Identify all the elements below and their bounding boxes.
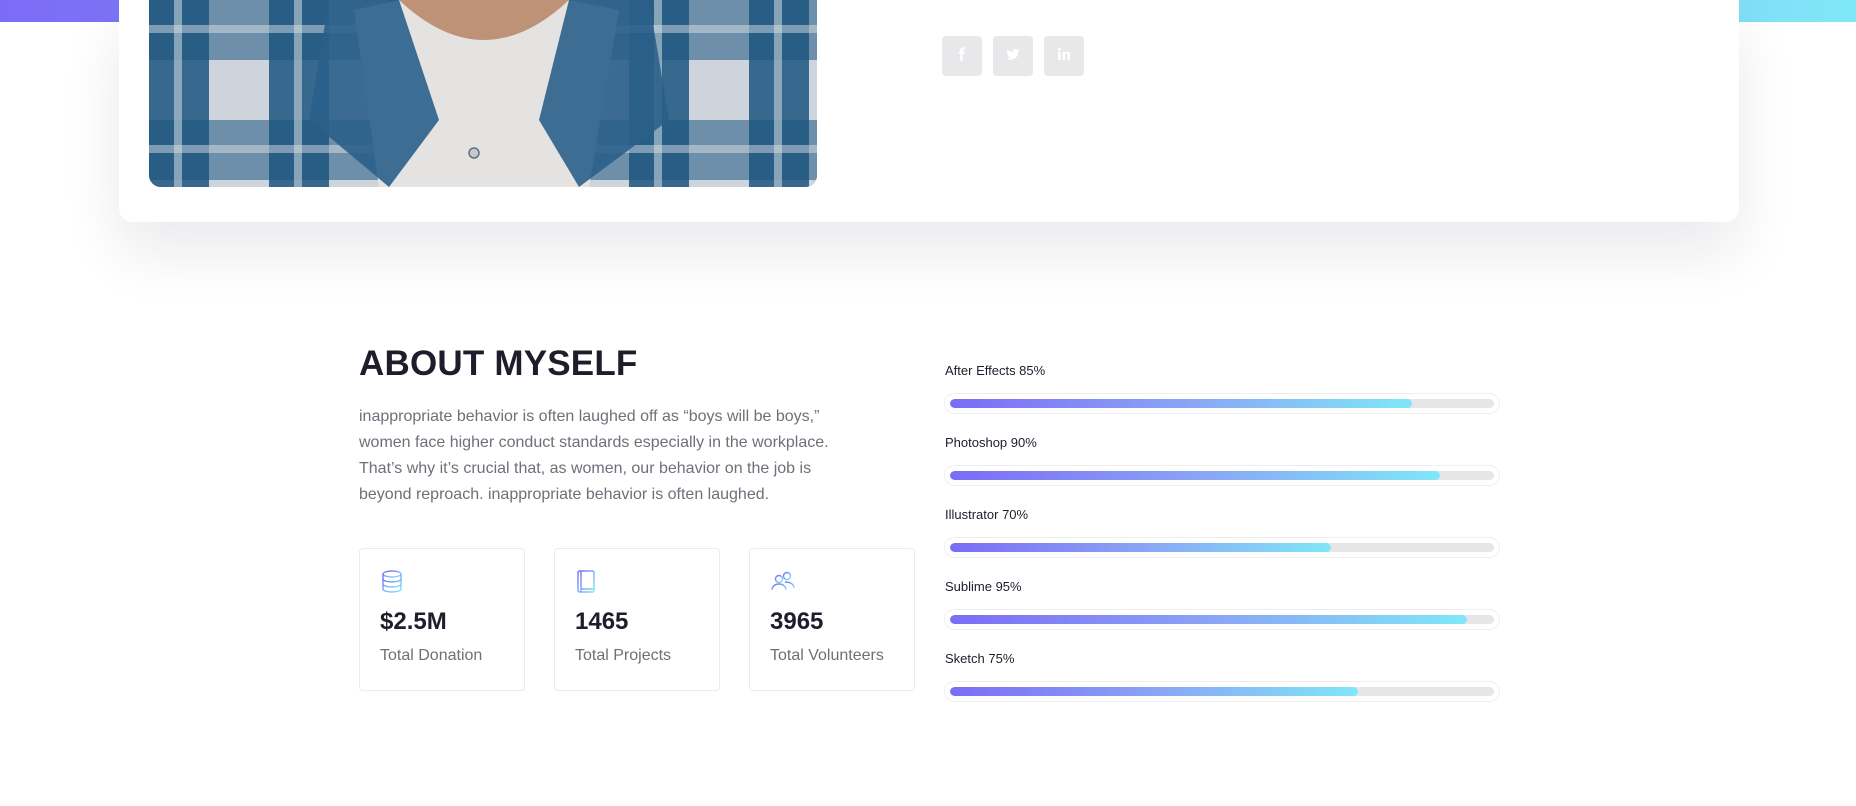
stat-label: Total Donation [380,647,483,664]
stat-label: Total Volunteers [770,647,884,664]
skill-progress-fill [950,399,1413,408]
stat-label: Total Projects [575,647,672,664]
skill-progress-fill [950,615,1467,624]
skill-progress-bar [944,609,1500,630]
stat-card-projects: 1465 Total Projects [554,548,720,691]
facebook-icon [955,46,969,66]
stat-value: 1465 [575,608,629,635]
skill-progress-bar [944,681,1500,702]
skill-progress-fill [950,543,1331,552]
profile-photo [149,0,817,187]
database-icon [380,569,406,595]
skill-label: Sublime 95% [945,579,1022,594]
about-section: ABOUT MYSELF inappropriate behavior is o… [359,340,1500,720]
book-icon [575,569,601,595]
facebook-button[interactable] [942,36,982,76]
skill-progress-fill [950,687,1358,696]
skill-item: After Effects 85% [944,340,1504,414]
skill-label: Sketch 75% [945,651,1015,666]
page: ABOUT MYSELF inappropriate behavior is o… [0,0,1856,806]
users-icon [770,569,796,595]
social-links [942,36,1084,76]
skill-progress-bar [944,465,1500,486]
skill-label: Photoshop 90% [945,435,1037,450]
skill-label: Illustrator 70% [945,507,1029,522]
skills-list: After Effects 85% Photoshop 90% Illustra… [944,340,1504,702]
stat-value: $2.5M [380,608,447,635]
skill-item: Sketch 75% [944,628,1504,702]
skill-item: Illustrator 70% [944,484,1504,558]
about-description: inappropriate behavior is often laughed … [359,408,829,503]
stats-row: $2.5M Total Donation 1465 Total Projects [359,548,915,691]
stat-value: 3965 [770,608,824,635]
about-title: ABOUT MYSELF [359,344,638,383]
profile-card [119,0,1739,222]
skill-item: Sublime 95% [944,556,1504,630]
twitter-icon [1006,47,1020,66]
skill-progress-bar [944,537,1500,558]
skill-item: Photoshop 90% [944,412,1504,486]
skill-label: After Effects 85% [945,363,1046,378]
skill-progress-bar [944,393,1500,414]
linkedin-icon [1057,47,1071,66]
skill-progress-fill [950,471,1440,480]
stat-card-donation: $2.5M Total Donation [359,548,525,691]
stat-card-volunteers: 3965 Total Volunteers [749,548,915,691]
linkedin-button[interactable] [1044,36,1084,76]
twitter-button[interactable] [993,36,1033,76]
